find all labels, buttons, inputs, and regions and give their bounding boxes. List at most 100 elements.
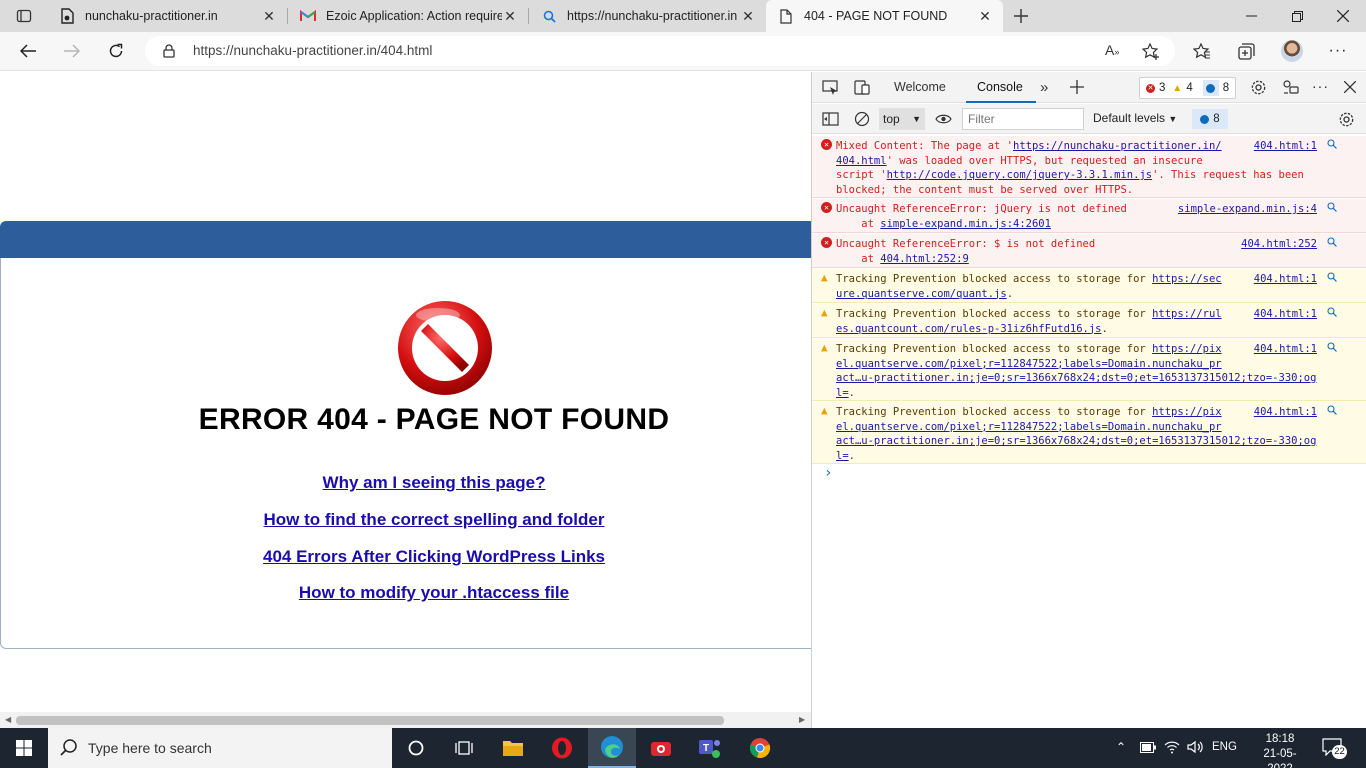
message-link[interactable]: simple-expand.min.js:4:2601 — [880, 218, 1051, 230]
search-icon[interactable] — [1327, 405, 1337, 415]
link-why-seeing[interactable]: Why am I seeing this page? — [0, 473, 811, 493]
issues-button[interactable]: 8 — [1192, 109, 1228, 129]
message-link[interactable]: https://nunchaku-practitioner.in/ — [1013, 140, 1222, 152]
start-button[interactable] — [0, 728, 48, 768]
back-button[interactable] — [14, 37, 42, 65]
issue-counts[interactable]: ✕ 3 ▲ 4 8 — [1139, 77, 1236, 99]
sidebar-toggle-icon[interactable] — [822, 112, 839, 126]
link-htaccess[interactable]: How to modify your .htaccess file — [0, 583, 811, 603]
error-icon: ✕ — [1146, 83, 1155, 93]
volume-icon[interactable] — [1187, 740, 1205, 754]
add-favorite-icon[interactable] — [1142, 43, 1160, 60]
inspect-element-icon[interactable] — [822, 80, 839, 95]
search-icon[interactable] — [1327, 342, 1337, 352]
context-selector[interactable]: top ▼ — [879, 108, 925, 130]
message-link[interactable]: act…u-practitioner.in;je=0;sr=1366x768x2… — [836, 435, 1316, 447]
message-link[interactable]: https://pix — [1152, 406, 1222, 418]
add-tab-icon[interactable] — [1070, 80, 1084, 94]
battery-icon[interactable] — [1140, 742, 1156, 753]
close-window-button[interactable] — [1320, 0, 1366, 32]
horizontal-scrollbar[interactable]: ◀ ▶ — [0, 712, 811, 728]
close-devtools-icon[interactable] — [1344, 81, 1356, 93]
search-icon[interactable] — [1327, 202, 1337, 212]
language-indicator[interactable]: ENG — [1212, 741, 1237, 753]
new-tab-button[interactable] — [1004, 0, 1038, 32]
close-tab-icon[interactable]: ✕ — [740, 8, 756, 25]
search-icon[interactable] — [1327, 139, 1337, 149]
collections-button[interactable] — [1232, 37, 1260, 65]
clear-console-icon[interactable] — [854, 111, 870, 127]
message-source-link[interactable]: 404.html:252 — [1241, 237, 1317, 252]
message-link[interactable]: es.quantcount.com/rules-p-31iz6hfFutd16.… — [836, 323, 1102, 335]
console-settings-icon[interactable] — [1338, 111, 1355, 128]
message-link[interactable]: act…u-practitioner.in;je=0;sr=1366x768x2… — [836, 372, 1316, 384]
wifi-icon[interactable] — [1164, 740, 1180, 754]
message-link[interactable]: https://rul — [1152, 308, 1222, 320]
message-link[interactable]: l= — [836, 387, 849, 399]
edge-app-active[interactable] — [588, 728, 636, 768]
close-tab-icon[interactable]: ✕ — [977, 8, 993, 25]
search-icon[interactable] — [1327, 272, 1337, 282]
show-hidden-icons[interactable]: ⌃ — [1116, 740, 1126, 754]
teams-app[interactable]: T — [686, 728, 734, 768]
close-tab-icon[interactable]: ✕ — [502, 8, 518, 25]
search-icon[interactable] — [1327, 307, 1337, 317]
message-link[interactable]: el.quantserve.com/pixel;r=112847522;labe… — [836, 421, 1222, 433]
message-source-link[interactable]: 404.html:1 — [1254, 307, 1317, 322]
live-expression-eye-icon[interactable] — [935, 113, 952, 125]
opera-app[interactable] — [538, 728, 586, 768]
tab-0[interactable]: nunchaku-practitioner.in ✕ — [47, 0, 287, 32]
minimize-button[interactable] — [1228, 0, 1274, 32]
log-levels-dropdown[interactable]: Default levels ▼ — [1093, 111, 1177, 125]
message-source-link[interactable]: 404.html:1 — [1254, 272, 1317, 287]
task-view-button[interactable] — [440, 728, 488, 768]
chrome-app[interactable] — [736, 728, 784, 768]
message-link[interactable]: 404.html — [836, 155, 887, 167]
error-icon: ✕ — [821, 202, 832, 213]
more-tabs-icon[interactable]: » — [1040, 72, 1048, 103]
message-link[interactable]: 404.html:252:9 — [880, 253, 969, 265]
search-icon[interactable] — [1327, 237, 1337, 247]
link-wordpress-errors[interactable]: 404 Errors After Clicking WordPress Link… — [0, 547, 811, 567]
tab-actions-button[interactable] — [2, 0, 46, 32]
refresh-button[interactable] — [102, 37, 130, 65]
taskbar-search-box[interactable]: Type here to search — [48, 728, 392, 768]
message-source-link[interactable]: 404.html:1 — [1254, 405, 1317, 420]
link-spelling-folder[interactable]: How to find the correct spelling and fol… — [0, 510, 811, 530]
read-aloud-icon[interactable]: A» — [1105, 42, 1119, 58]
more-icon: ··· — [1328, 42, 1348, 59]
message-link[interactable]: l= — [836, 450, 849, 462]
notification-center[interactable]: 22 — [1322, 738, 1347, 759]
screen-recorder-app[interactable] — [637, 728, 685, 768]
message-link[interactable]: https://sec — [1152, 273, 1222, 285]
message-link[interactable]: el.quantserve.com/pixel;r=112847522;labe… — [836, 358, 1222, 370]
clock[interactable]: 18:18 21-05-2022 — [1252, 732, 1308, 768]
device-emulation-icon[interactable] — [854, 80, 871, 95]
message-source-link[interactable]: 404.html:1 — [1254, 139, 1317, 154]
forward-button[interactable] — [58, 37, 86, 65]
console-prompt[interactable]: › — [824, 465, 832, 481]
tab-1[interactable]: Ezoic Application: Action require ✕ — [288, 0, 528, 32]
close-tab-icon[interactable]: ✕ — [261, 8, 277, 25]
cortana-button[interactable] — [392, 728, 440, 768]
address-bar[interactable]: https://nunchaku-practitioner.in/404.htm… — [145, 36, 1175, 66]
tab-console[interactable]: Console — [977, 72, 1023, 103]
settings-more-button[interactable]: ··· — [1324, 37, 1352, 65]
restore-button[interactable] — [1274, 0, 1320, 32]
profile-button[interactable] — [1278, 37, 1306, 65]
feedback-icon[interactable] — [1282, 79, 1299, 96]
message-link[interactable]: ure.quantserve.com/quant.js — [836, 288, 1007, 300]
message-source-link[interactable]: simple-expand.min.js:4 — [1178, 202, 1317, 217]
settings-gear-icon[interactable] — [1250, 79, 1267, 96]
more-options-icon[interactable]: ··· — [1312, 78, 1329, 94]
message-link[interactable]: https://pix — [1152, 343, 1222, 355]
tab-welcome[interactable]: Welcome — [894, 72, 946, 103]
message-link[interactable]: http://code.jquery.com/jquery-3.3.1.min.… — [887, 169, 1153, 181]
tab-3-active[interactable]: 404 - PAGE NOT FOUND ✕ — [766, 0, 1003, 32]
favorites-button[interactable] — [1188, 37, 1216, 65]
tab-2[interactable]: https://nunchaku-practitioner.in ✕ — [529, 0, 766, 32]
scrollbar-thumb[interactable] — [16, 716, 724, 725]
file-explorer-app[interactable] — [489, 728, 537, 768]
message-source-link[interactable]: 404.html:1 — [1254, 342, 1317, 357]
console-filter-input[interactable] — [962, 108, 1084, 130]
